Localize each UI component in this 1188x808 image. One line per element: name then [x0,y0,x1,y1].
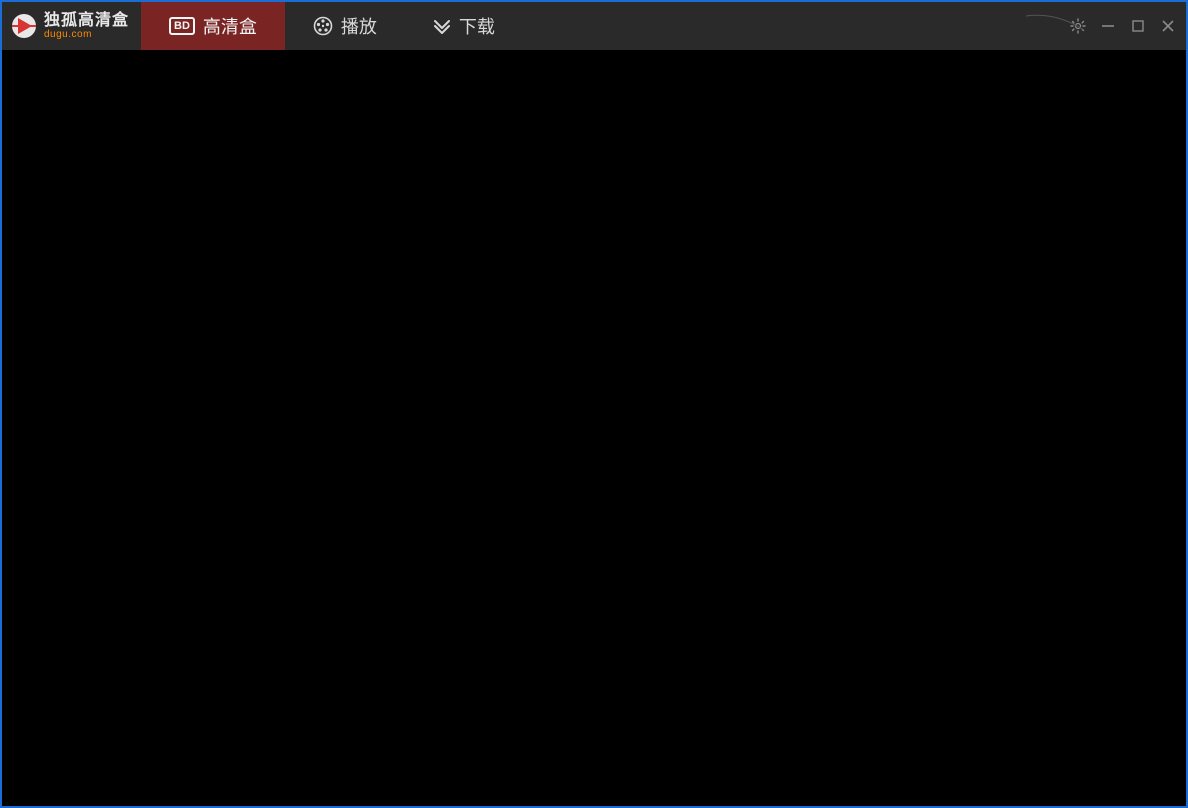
content-area [2,50,1186,806]
logo-icon [10,12,38,40]
download-icon [433,17,451,35]
tab-download[interactable]: 下载 [405,2,523,50]
app-window: 独孤高清盒 dugu.com BD 高清盒 [0,0,1188,808]
window-controls [1068,16,1186,36]
tab-hd-box[interactable]: BD 高清盒 [141,2,285,50]
film-reel-icon [313,16,333,36]
minimize-button[interactable] [1098,16,1118,36]
close-button[interactable] [1158,16,1178,36]
tab-label: 下载 [459,13,495,39]
app-logo[interactable]: 独孤高清盒 dugu.com [2,2,141,50]
titlebar: 独孤高清盒 dugu.com BD 高清盒 [2,2,1186,50]
logo-title: 独孤高清盒 [44,13,129,29]
tab-label: 播放 [341,13,377,39]
tab-label: 高清盒 [203,13,257,39]
tab-play[interactable]: 播放 [285,2,405,50]
logo-subtitle: dugu.com [44,30,129,40]
gear-icon [1070,18,1086,34]
tab-bar: BD 高清盒 播放 [141,2,523,50]
minimize-icon [1101,19,1115,33]
maximize-icon [1131,19,1145,33]
bd-icon: BD [169,17,195,35]
maximize-button[interactable] [1128,16,1148,36]
logo-text: 独孤高清盒 dugu.com [44,13,129,40]
close-icon [1161,19,1175,33]
settings-button[interactable] [1068,16,1088,36]
